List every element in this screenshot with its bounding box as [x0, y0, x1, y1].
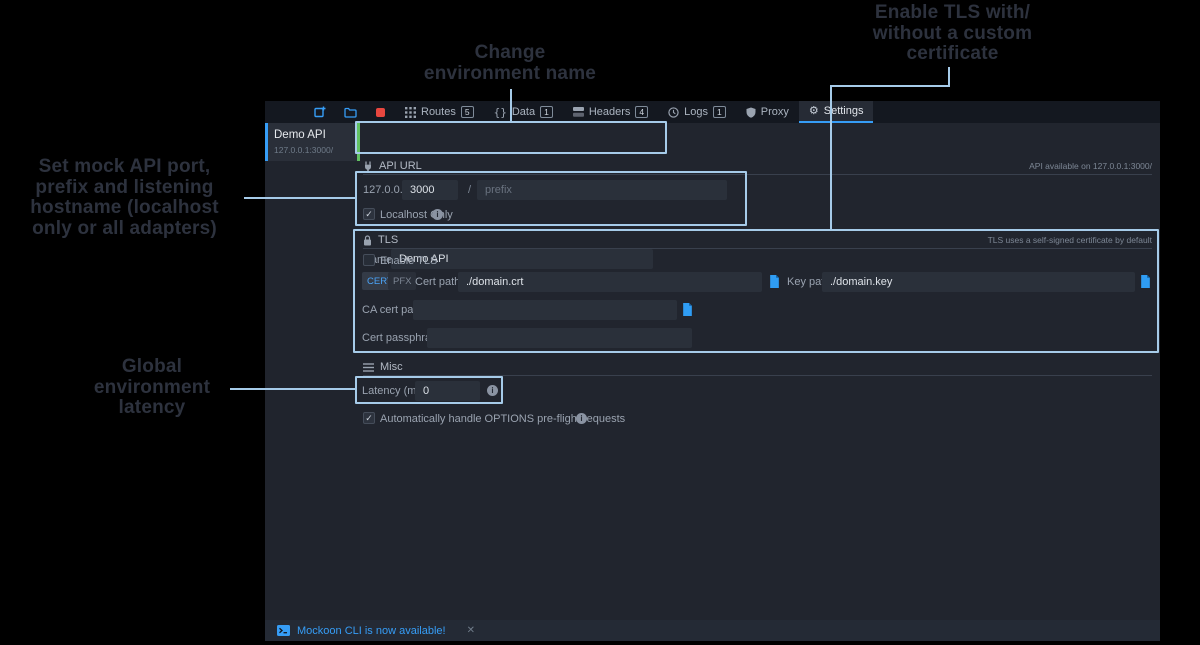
- api-available-hint: API available on 127.0.0.1:3000/: [1029, 161, 1152, 171]
- routes-count-badge: 5: [461, 106, 474, 118]
- braces-icon: {}: [494, 107, 507, 118]
- tab-data-label: Data: [512, 106, 535, 118]
- highlight-box-name: [355, 121, 667, 154]
- headers-layers-icon: [573, 107, 584, 117]
- tab-headers[interactable]: Headers 4: [563, 101, 658, 123]
- open-folder-icon: [344, 107, 357, 118]
- plug-icon: [363, 161, 373, 172]
- annotation-enable-tls: Enable TLS with/ without a custom certif…: [845, 3, 1060, 65]
- tab-proxy-label: Proxy: [761, 106, 789, 118]
- logs-count-badge: 1: [713, 106, 726, 118]
- gear-icon: ⚙: [809, 106, 819, 117]
- annotation-change-env-name: Change environment name: [390, 43, 630, 84]
- options-preflight-label: Automatically handle OPTIONS pre-flight …: [380, 413, 625, 425]
- check-icon: ✓: [365, 414, 373, 423]
- annotation-connector-api: [244, 197, 356, 199]
- list-icon: [363, 363, 374, 372]
- new-environment-icon: [314, 106, 326, 118]
- misc-section-title: Misc: [380, 361, 403, 373]
- annotation-connector-tls-v1: [948, 67, 950, 87]
- tab-headers-label: Headers: [589, 106, 631, 118]
- tab-settings[interactable]: ⚙ Settings: [799, 101, 874, 123]
- highlight-box-tls: [353, 229, 1159, 353]
- options-preflight-checkbox[interactable]: ✓: [363, 412, 375, 424]
- cli-terminal-icon: [277, 625, 290, 636]
- close-icon[interactable]: ✕: [467, 625, 475, 636]
- tab-proxy[interactable]: Proxy: [736, 101, 799, 123]
- tab-logs[interactable]: Logs 1: [658, 101, 736, 123]
- tab-routes-label: Routes: [421, 106, 456, 118]
- data-count-badge: 1: [540, 106, 553, 118]
- annotation-connector-tls-h: [830, 85, 950, 87]
- tab-logs-label: Logs: [684, 106, 708, 118]
- annotation-latency: Global environment latency: [52, 357, 252, 419]
- misc-section-header: Misc: [363, 359, 1152, 376]
- open-environment-button[interactable]: [335, 101, 365, 123]
- highlight-box-api-url: [355, 171, 747, 226]
- annotation-connector-latency: [230, 388, 357, 390]
- status-bar: Mockoon CLI is now available! ✕: [265, 620, 1160, 641]
- annotation-connector-name: [510, 89, 512, 122]
- options-info-icon: i: [576, 413, 587, 424]
- new-environment-button[interactable]: [305, 101, 335, 123]
- headers-count-badge: 4: [635, 106, 648, 118]
- top-toolbar: Routes 5 {} Data 1 Headers 4 Logs 1: [265, 101, 1160, 123]
- stop-server-button[interactable]: [365, 101, 395, 123]
- environment-url: 127.0.0.1:3000/: [274, 145, 351, 155]
- stop-square-icon: [376, 108, 385, 117]
- tab-data[interactable]: {} Data 1: [484, 101, 563, 123]
- clock-icon: [668, 107, 679, 118]
- annotation-connector-tls-v2: [830, 87, 832, 230]
- cli-announcement-link[interactable]: Mockoon CLI is now available!: [297, 625, 446, 637]
- environment-name: Demo API: [274, 129, 351, 141]
- routes-grid-icon: [405, 107, 416, 118]
- shield-icon: [746, 107, 756, 118]
- highlight-box-latency: [355, 376, 503, 404]
- annotation-api-port: Set mock API port, prefix and listening …: [2, 157, 247, 239]
- tab-routes[interactable]: Routes 5: [395, 101, 484, 123]
- environment-item-demo-api[interactable]: Demo API 127.0.0.1:3000/: [265, 123, 360, 161]
